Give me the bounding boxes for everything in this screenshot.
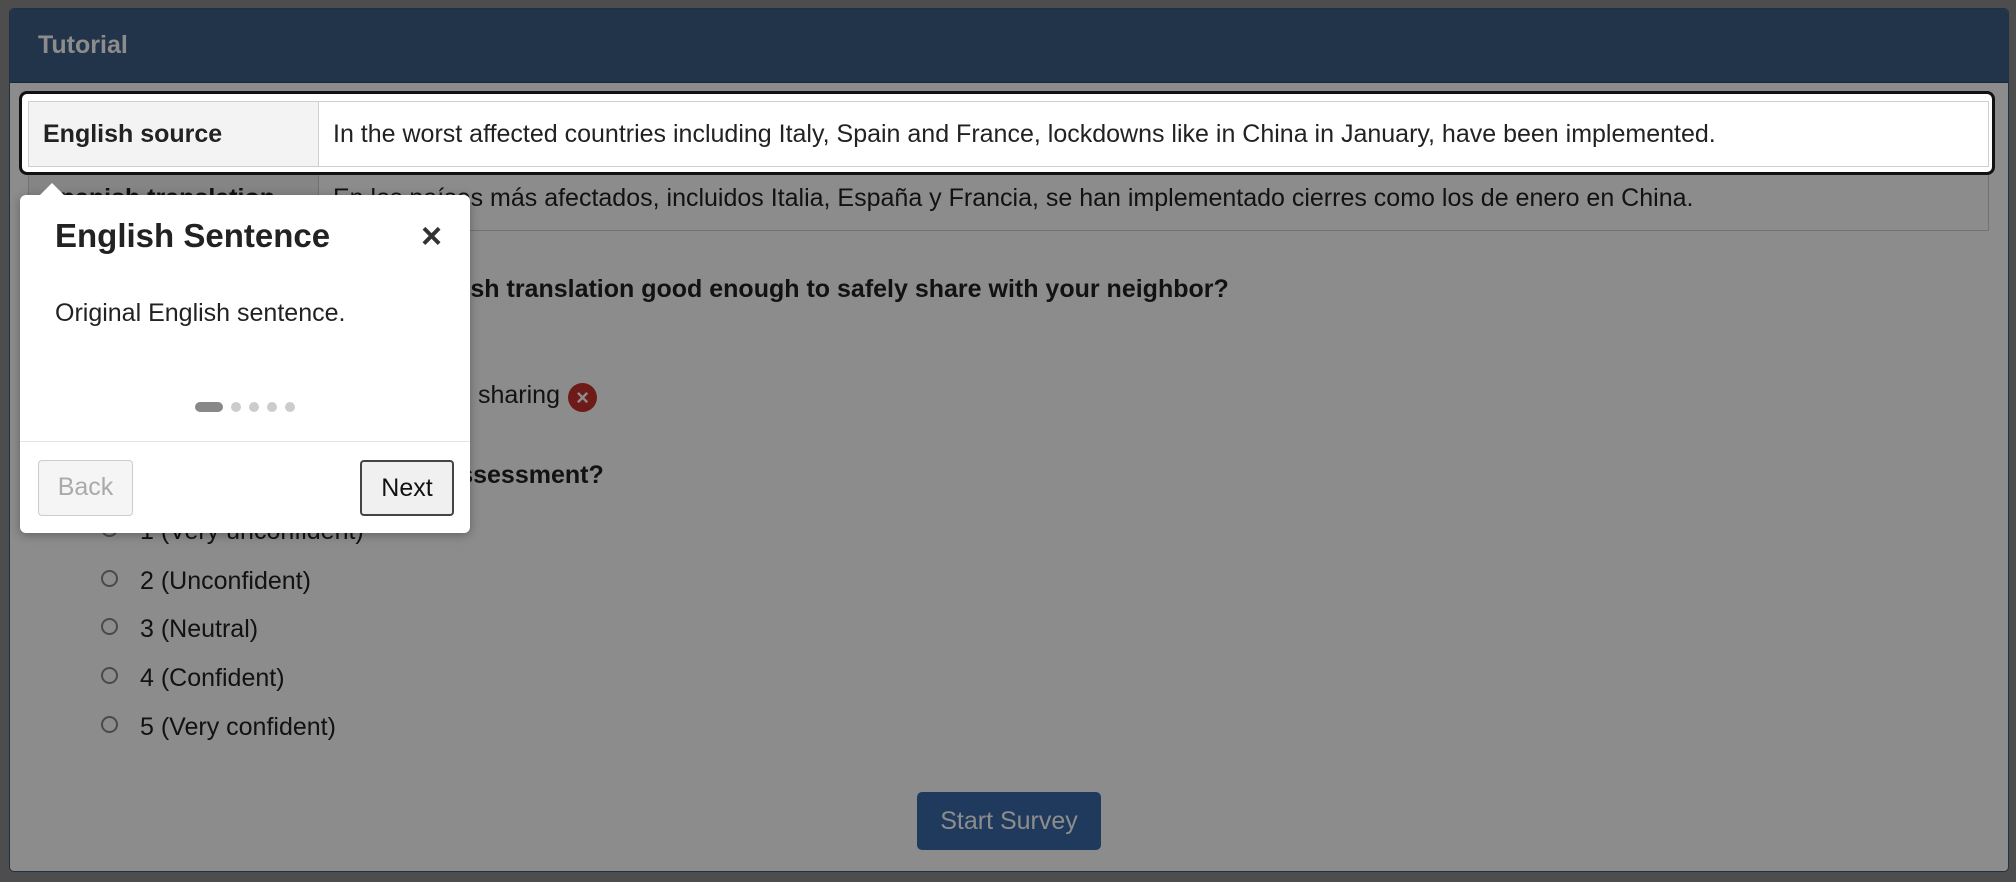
- step-indicator: [195, 402, 295, 412]
- step-dot: [231, 402, 241, 412]
- step-dot: [285, 402, 295, 412]
- popover-arrow: [40, 183, 64, 195]
- source-label-highlight: English source: [28, 101, 319, 167]
- source-text-highlight: In the worst affected countries includin…: [318, 101, 1989, 167]
- close-icon[interactable]: ×: [421, 215, 442, 257]
- back-button[interactable]: Back: [38, 460, 133, 516]
- popover-title: English Sentence: [55, 217, 331, 254]
- popover-body: Original English sentence.: [55, 299, 346, 327]
- tour-popover: English Sentence × Original English sent…: [20, 183, 470, 533]
- step-dot-active: [195, 402, 223, 412]
- highlighted-source-row: English source In the worst affected cou…: [19, 91, 1995, 175]
- next-button[interactable]: Next: [360, 460, 454, 516]
- step-dot: [267, 402, 277, 412]
- table-row: English source In the worst affected cou…: [28, 101, 1989, 167]
- popover-footer: [20, 441, 470, 442]
- step-dot: [249, 402, 259, 412]
